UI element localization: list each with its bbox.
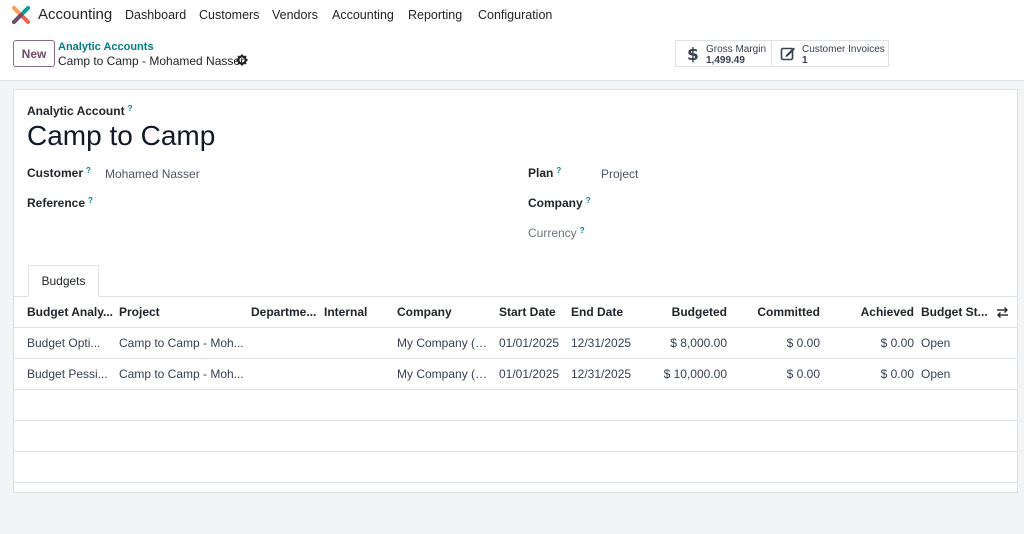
app-name[interactable]: Accounting [38,6,112,23]
empty-row [14,390,1017,421]
cell-budgeted[interactable]: $ 10,000.00 [644,359,727,390]
menu-customers[interactable]: Customers [199,8,259,22]
col-project[interactable]: Project [119,297,244,328]
col-end-date[interactable]: End Date [571,297,641,328]
customer-invoices-label: Customer Invoices [802,44,885,55]
cell-budget-analytic[interactable]: Budget Opti... [27,328,115,359]
col-company[interactable]: Company [397,297,492,328]
cell-end-date[interactable]: 12/31/2025 [571,328,641,359]
menu-dashboard[interactable]: Dashboard [125,8,186,22]
cell-company[interactable]: My Company (S... [397,359,492,390]
reference-label: Reference? [27,196,93,210]
svg-text:$: $ [687,45,699,63]
cell-budget-state[interactable]: Open [921,359,989,390]
cell-department[interactable] [251,328,319,359]
help-icon[interactable]: ? [88,196,93,205]
cell-end-date[interactable]: 12/31/2025 [571,359,641,390]
help-icon[interactable]: ? [580,226,585,235]
form-sheet: Analytic Account? Camp to Camp Customer?… [13,89,1018,493]
optional-columns-icon[interactable] [996,306,1009,319]
cell-company[interactable]: My Company (S... [397,328,492,359]
customer-invoices-value: 1 [802,55,808,66]
budget-table: Budget Analy... Project Departme... Inte… [14,297,1017,483]
help-icon[interactable]: ? [86,166,91,175]
gross-margin-button[interactable]: $ Gross Margin 1,499.49 [675,40,772,67]
cell-start-date[interactable]: 01/01/2025 [499,328,565,359]
menu-accounting[interactable]: Accounting [332,8,394,22]
customer-invoices-button[interactable]: Customer Invoices 1 [771,40,889,67]
col-budget-state[interactable]: Budget St... [921,297,989,328]
help-icon[interactable]: ? [586,196,591,205]
table-row[interactable]: Budget Opti... Camp to Camp - Moh... My … [14,328,1017,359]
cell-budget-analytic[interactable]: Budget Pessi... [27,359,115,390]
cell-committed[interactable]: $ 0.00 [730,359,820,390]
col-internal[interactable]: Internal [324,297,394,328]
empty-row [14,421,1017,452]
customer-field[interactable]: Mohamed Nasser [105,167,200,181]
cell-project[interactable]: Camp to Camp - Moh... [119,359,244,390]
col-achieved[interactable]: Achieved [824,297,914,328]
col-budgeted[interactable]: Budgeted [644,297,727,328]
menu-vendors[interactable]: Vendors [272,8,318,22]
plan-label: Plan? [528,166,562,180]
col-department[interactable]: Departme... [251,297,319,328]
app-logo-icon[interactable] [12,6,30,24]
breadcrumb-current: Camp to Camp - Mohamed Nasser [58,54,245,68]
top-navbar: Accounting Dashboard Customers Vendors A… [0,0,1024,30]
table-header-row: Budget Analy... Project Departme... Inte… [14,297,1017,328]
help-icon[interactable]: ? [556,166,561,175]
dollar-icon: $ [687,45,699,63]
cell-committed[interactable]: $ 0.00 [730,328,820,359]
cell-project[interactable]: Camp to Camp - Moh... [119,328,244,359]
gross-margin-label: Gross Margin [706,44,767,55]
new-button[interactable]: New [13,40,55,67]
currency-label: Currency? [528,226,585,240]
company-label: Company? [528,196,591,210]
cell-internal[interactable] [324,359,394,390]
cell-department[interactable] [251,359,319,390]
help-icon[interactable]: ? [128,104,133,113]
menu-configuration[interactable]: Configuration [478,8,552,22]
record-title[interactable]: Camp to Camp [27,120,215,152]
menu-reporting[interactable]: Reporting [408,8,462,22]
table-row[interactable]: Budget Pessi... Camp to Camp - Moh... My… [14,359,1017,390]
cell-start-date[interactable]: 01/01/2025 [499,359,565,390]
cell-achieved[interactable]: $ 0.00 [824,359,914,390]
plan-field[interactable]: Project [601,167,638,181]
cell-internal[interactable] [324,328,394,359]
col-budget-analytic[interactable]: Budget Analy... [27,297,115,328]
cell-budgeted[interactable]: $ 8,000.00 [644,328,727,359]
col-start-date[interactable]: Start Date [499,297,565,328]
cell-achieved[interactable]: $ 0.00 [824,328,914,359]
control-panel: New Analytic Accounts Camp to Camp - Moh… [0,30,1024,81]
cell-budget-state[interactable]: Open [921,328,989,359]
breadcrumb-parent[interactable]: Analytic Accounts [58,41,154,53]
empty-row [14,452,1017,483]
gear-icon[interactable] [236,54,248,66]
record-type-label: Analytic Account? [27,104,133,118]
col-committed[interactable]: Committed [730,297,820,328]
gross-margin-value: 1,499.49 [706,55,745,66]
edit-invoice-icon [780,47,795,61]
customer-label: Customer? [27,166,91,180]
tab-budgets[interactable]: Budgets [28,265,99,297]
